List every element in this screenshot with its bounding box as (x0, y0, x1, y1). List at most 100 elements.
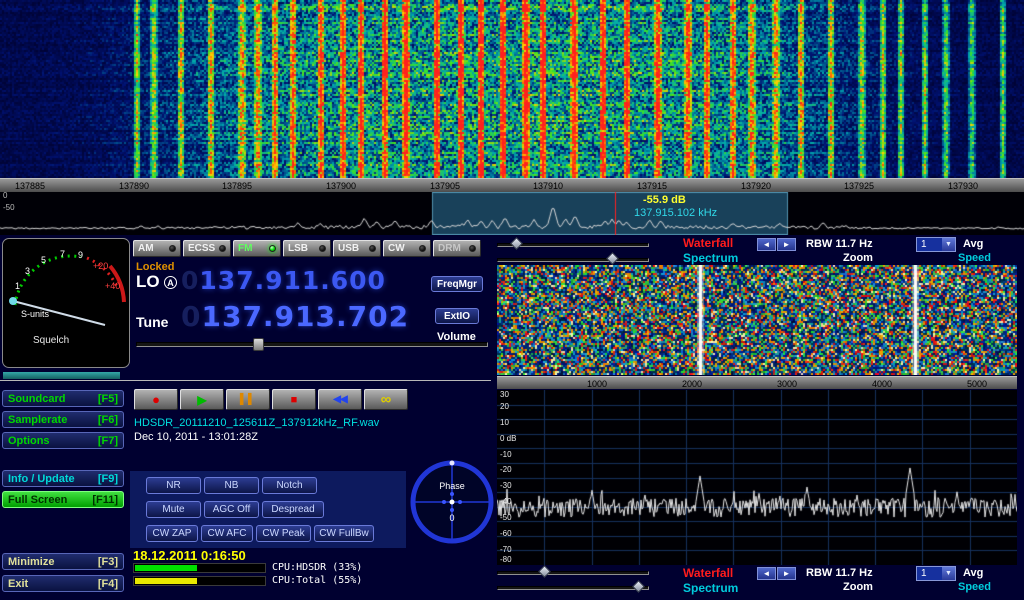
db-axis: 30 20 10 0 dB -10 -20 -30 -40 -50 -60 -7… (500, 390, 530, 565)
ruler-tick: 137915 (637, 181, 667, 191)
right-arrow-icon: ► (783, 569, 791, 578)
spectrum-mode-button[interactable]: Spectrum (683, 251, 738, 265)
rewind-button[interactable]: ◀◀ (318, 389, 362, 410)
zoom-out-button[interactable]: ◄ (757, 238, 776, 251)
fullscreen-button[interactable]: Full Screen[F11] (2, 491, 124, 508)
mode-button-fm[interactable]: FM (233, 240, 281, 257)
loop-button[interactable]: ∞ (364, 389, 408, 410)
info-update-button[interactable]: Info / Update[F9] (2, 470, 124, 487)
cpu-hdsdr-text: CPU:HDSDR (33%) (272, 562, 362, 573)
cursor-frequency-readout: 137.915.102 kHz (634, 207, 717, 219)
mode-button-drm[interactable]: DRM (433, 240, 481, 257)
mode-led-cw (419, 245, 426, 252)
avg-label-lower: Avg (963, 567, 983, 579)
rf-waterfall-display[interactable] (497, 265, 1017, 375)
smeter-tick: 3 (25, 266, 30, 276)
spectrum-brightness-slider[interactable] (497, 258, 649, 262)
right-arrow-icon: ► (783, 240, 791, 249)
phase-top-marker (450, 461, 455, 466)
mode-button-lsb[interactable]: LSB (283, 240, 331, 257)
lo-label: LO (136, 272, 160, 292)
dsp-row-3: CW ZAP CW AFC CW Peak CW FullBw (146, 525, 374, 542)
nb-button[interactable]: NB (204, 477, 259, 494)
zoom-label-lower: Zoom (843, 581, 873, 593)
cw-fullbw-button[interactable]: CW FullBw (314, 525, 374, 542)
minimize-button[interactable]: Minimize[F3] (2, 553, 124, 570)
pause-icon: ▌▌ (240, 394, 256, 405)
ruler-tick: 137905 (430, 181, 460, 191)
soundcard-button[interactable]: Soundcard[F5] (2, 390, 124, 407)
rbw-label-lower: RBW 11.7 Hz (806, 567, 873, 579)
record-button[interactable]: ● (134, 389, 178, 410)
waterfall-mode-button[interactable]: Waterfall (683, 236, 733, 250)
cw-zap-button[interactable]: CW ZAP (146, 525, 198, 542)
mode-button-am[interactable]: AM (133, 240, 181, 257)
notch-button[interactable]: Notch (262, 477, 317, 494)
mode-button-row: AM ECSS FM LSB USB CW DRM (133, 240, 481, 257)
zoom-out-button-lower[interactable]: ◄ (757, 567, 776, 580)
waterfall-brightness-slider-lower[interactable] (497, 571, 649, 575)
rbw-label: RBW 11.7 Hz (806, 238, 873, 250)
zoom-in-button-lower[interactable]: ► (777, 567, 796, 580)
ruler-tick: 3000 (777, 379, 797, 389)
chevron-down-icon[interactable]: ▼ (942, 238, 955, 251)
stop-button[interactable]: ■ (272, 389, 316, 410)
spectrum-mode-button-lower[interactable]: Spectrum (683, 581, 738, 595)
zoom-arrows-lower: ◄ ► (757, 567, 796, 580)
play-icon: ▶ (197, 393, 206, 407)
rf-spectrum-display[interactable] (497, 390, 1017, 565)
zoom-in-button[interactable]: ► (777, 238, 796, 251)
despread-button[interactable]: Despread (262, 501, 324, 518)
main-spectrum-display[interactable] (0, 192, 1024, 235)
main-waterfall-display[interactable] (0, 0, 1024, 178)
squelch-slider[interactable] (3, 372, 120, 379)
extio-button[interactable]: ExtIO (435, 308, 479, 324)
lock-a-badge[interactable]: A (164, 276, 177, 289)
freqmgr-button[interactable]: FreqMgr (431, 276, 483, 292)
play-button[interactable]: ▶ (180, 389, 224, 410)
ruler-tick: 137895 (222, 181, 252, 191)
rf-frequency-ruler[interactable]: 1000 2000 3000 4000 5000 (497, 376, 1017, 389)
chevron-down-icon[interactable]: ▼ (942, 567, 955, 580)
ruler-tick: 5000 (967, 379, 987, 389)
mode-button-cw[interactable]: CW (383, 240, 431, 257)
options-button[interactable]: Options[F7] (2, 432, 124, 449)
agc-button[interactable]: AGC Off (204, 501, 259, 518)
samplerate-button[interactable]: Samplerate[F6] (2, 411, 124, 428)
exit-button[interactable]: Exit[F4] (2, 575, 124, 592)
dsp-row-2: Mute AGC Off Despread (146, 501, 324, 518)
tune-frequency-display[interactable]: 0137.913.702 (181, 300, 409, 333)
waterfall-brightness-thumb-lower[interactable] (538, 565, 551, 578)
volume-slider-thumb[interactable] (253, 338, 264, 351)
cw-peak-button[interactable]: CW Peak (256, 525, 311, 542)
smeter-tick: +20 (93, 261, 108, 271)
nr-button[interactable]: NR (146, 477, 201, 494)
spectrum-brightness-thumb[interactable] (606, 252, 619, 265)
spectrum-brightness-thumb-lower[interactable] (632, 580, 645, 593)
loop-icon: ∞ (381, 391, 392, 408)
avg-select[interactable]: 1 ▼ (916, 237, 956, 252)
record-icon: ● (152, 392, 160, 407)
mode-button-usb[interactable]: USB (333, 240, 381, 257)
s-units-label: S-units (21, 309, 50, 319)
mode-led-fm (269, 245, 276, 252)
avg-label: Avg (963, 238, 983, 250)
volume-slider-track[interactable] (136, 342, 488, 347)
s-meter-gauge: 1 3 5 7 9 +20 +40 S-units Squelch (3, 239, 129, 367)
tune-label: Tune (136, 314, 168, 330)
ruler-tick: 137920 (741, 181, 771, 191)
s-meter-needle-tip (9, 297, 17, 305)
s-meter: 1 3 5 7 9 +20 +40 S-units Squelch (2, 238, 130, 368)
cw-afc-button[interactable]: CW AFC (201, 525, 253, 542)
waterfall-brightness-thumb[interactable] (510, 237, 523, 250)
lo-frequency-display[interactable]: 0137.911.600 (181, 266, 386, 295)
avg-select-lower[interactable]: 1 ▼ (916, 566, 956, 581)
ruler-tick: 137885 (15, 181, 45, 191)
main-frequency-ruler[interactable]: 137885 137890 137895 137900 137905 13791… (0, 178, 1024, 192)
mode-led-usb (369, 245, 376, 252)
pause-button[interactable]: ▌▌ (226, 389, 270, 410)
mute-button[interactable]: Mute (146, 501, 201, 518)
waterfall-mode-button-lower[interactable]: Waterfall (683, 566, 733, 580)
spectrum-brightness-slider-lower[interactable] (497, 586, 649, 590)
mode-button-ecss[interactable]: ECSS (183, 240, 231, 257)
